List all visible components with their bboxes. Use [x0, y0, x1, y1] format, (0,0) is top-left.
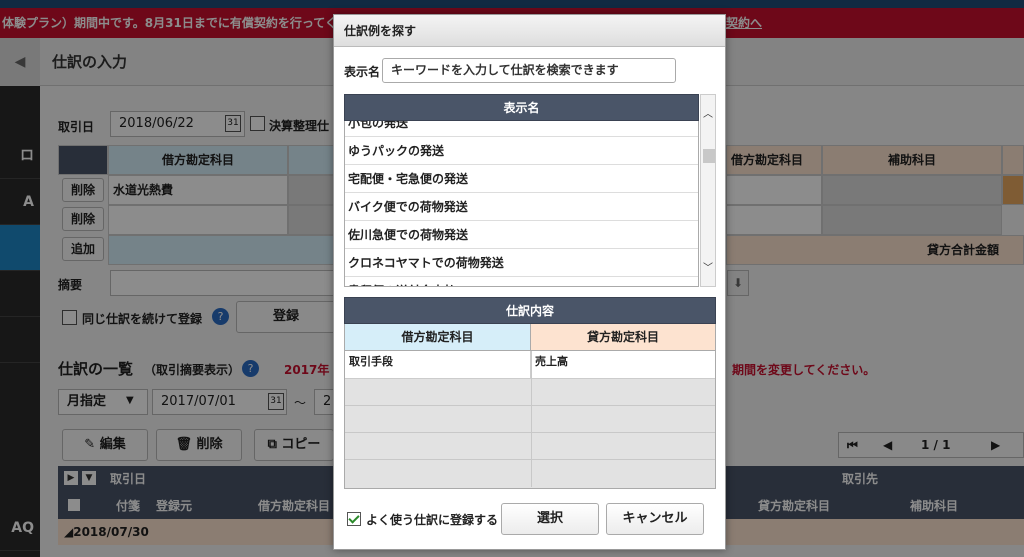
- search-label: 表示名: [344, 65, 381, 79]
- cancel-button[interactable]: キャンセル: [606, 503, 704, 535]
- scrollbar-thumb[interactable]: [703, 149, 715, 163]
- detail-header: 仕訳内容: [344, 297, 716, 324]
- detail-divider: [531, 351, 532, 487]
- detail-debit-value: 取引手段: [345, 351, 531, 379]
- list-item[interactable]: 佐川急便での荷物発送: [345, 221, 698, 249]
- detail-table: 借方勘定科目 貸方勘定科目 取引手段 売上高: [344, 324, 716, 489]
- search-input[interactable]: キーワードを入力して仕訳を検索できます: [382, 58, 676, 83]
- dialog-title: 仕訳例を探す: [334, 15, 725, 47]
- list-item[interactable]: 書留便の送付金支払い: [345, 277, 698, 286]
- detail-empty-row: [345, 406, 715, 433]
- list-scrollbar[interactable]: ︿ ﹀: [700, 94, 716, 287]
- favorite-label: よく使う仕訳に登録する: [366, 513, 499, 527]
- list-item[interactable]: クロネコヤマトでの荷物発送: [345, 249, 698, 277]
- detail-empty-row: [345, 433, 715, 460]
- detail-debit-header: 借方勘定科目: [345, 324, 531, 351]
- detail-empty-row: [345, 379, 715, 406]
- detail-credit-value: 売上高: [531, 351, 715, 379]
- chevron-down-icon[interactable]: ﹀: [701, 259, 715, 274]
- list-item[interactable]: 小包の発送: [345, 121, 698, 137]
- journal-template-dialog: 仕訳例を探す 表示名 キーワードを入力して仕訳を検索できます 表示名 小包の発送…: [333, 14, 726, 550]
- list-item[interactable]: 宅配便・宅急便の発送: [345, 165, 698, 193]
- select-button[interactable]: 選択: [501, 503, 599, 535]
- chevron-up-icon[interactable]: ︿: [701, 105, 715, 120]
- detail-credit-header: 貸方勘定科目: [531, 324, 715, 351]
- list-item[interactable]: バイク便での荷物発送: [345, 193, 698, 221]
- list-item[interactable]: ゆうパックの発送: [345, 137, 698, 165]
- favorite-checkbox[interactable]: [347, 512, 361, 526]
- template-list-header: 表示名: [344, 94, 699, 121]
- template-list[interactable]: 小包の発送 ゆうパックの発送 宅配便・宅急便の発送 バイク便での荷物発送 佐川急…: [344, 121, 699, 287]
